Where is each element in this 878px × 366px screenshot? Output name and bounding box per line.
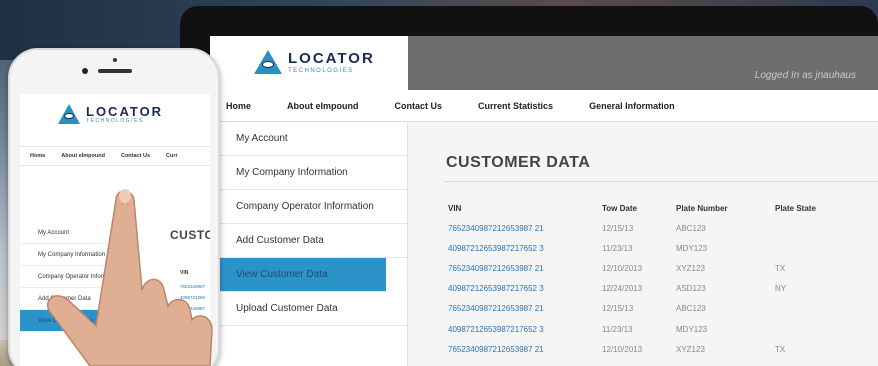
sidebar-item-my-account[interactable]: My Account xyxy=(210,122,407,156)
table-row: 7652340987212653987 21 12/15/13 ABC123 xyxy=(448,299,835,319)
table-row: 7652340987212653987 21 12/10/2013 XYZ123… xyxy=(448,258,835,278)
nav-home[interactable]: Home xyxy=(226,101,251,111)
vin-link[interactable]: 40987212653987217652 3 xyxy=(448,238,602,258)
laptop-frame: LOCATOR TECHNOLOGIES Logged In as jnauha… xyxy=(180,6,878,366)
nav-general-info[interactable]: General Information xyxy=(589,101,675,111)
phone-nav: Home About eImpound Contact Us Curr xyxy=(20,146,210,166)
tow-date-cell: 12/15/13 xyxy=(602,223,634,233)
table-row: 7652340987212653987 21 12/15/13 ABC123 xyxy=(448,218,835,238)
plate-state-cell: TX xyxy=(775,263,786,273)
customer-data-table: VIN Tow Date Plate Number Plate State 76… xyxy=(448,198,835,359)
logo-name: LOCATOR xyxy=(86,103,164,119)
logo-subtitle: TECHNOLOGIES xyxy=(288,67,354,74)
locator-logo[interactable]: LOCATOR TECHNOLOGIES xyxy=(254,50,375,74)
nav-statistics[interactable]: Curr xyxy=(166,153,178,159)
plate-number-cell: ABC123 xyxy=(676,223,706,233)
vin-link[interactable]: 7652340987212653987 21 xyxy=(448,258,602,278)
column-header-plate-state[interactable]: Plate State xyxy=(775,198,835,218)
laptop-screen: LOCATOR TECHNOLOGIES Logged In as jnauha… xyxy=(210,36,878,366)
logo-subtitle: TECHNOLOGIES xyxy=(86,117,144,124)
plate-state-cell xyxy=(775,218,835,238)
nav-home[interactable]: Home xyxy=(30,153,45,159)
plate-number-cell: XYZ123 xyxy=(676,344,705,354)
plate-state-cell: NY xyxy=(775,284,787,294)
locator-logo[interactable]: LOCATOR TECHNOLOGIES xyxy=(58,104,163,124)
table-row: 40987212653987217652 3 12/24/2013 ASD123… xyxy=(448,279,835,299)
vin-link[interactable]: 7652340987212653987 21 xyxy=(448,218,602,238)
phone-top-bezel xyxy=(10,50,218,94)
table-row: 40987212653987217652 3 11/23/13 MDY123 xyxy=(448,238,835,258)
nav-statistics[interactable]: Current Statistics xyxy=(478,101,553,111)
table-row: 40987212653987217652 3 11/23/13 MDY123 xyxy=(448,319,835,339)
title-divider xyxy=(444,181,878,182)
tow-date-cell: 12/15/13 xyxy=(602,304,634,314)
logo-box: LOCATOR TECHNOLOGIES xyxy=(210,36,408,90)
front-camera-icon xyxy=(82,68,88,74)
vin-link[interactable]: 7652340987212653987 21 xyxy=(448,299,602,319)
nav-contact[interactable]: Contact Us xyxy=(395,101,443,111)
nav-contact[interactable]: Contact Us xyxy=(121,153,150,159)
site-header: LOCATOR TECHNOLOGIES Logged In as jnauha… xyxy=(210,36,878,90)
plate-number-cell: XYZ123 xyxy=(676,263,705,273)
plate-state-cell xyxy=(775,299,835,319)
nav-about[interactable]: About eImpound xyxy=(61,153,105,159)
plate-number-cell: MDY123 xyxy=(676,324,708,334)
column-header-plate-number[interactable]: Plate Number xyxy=(676,198,775,218)
column-header-vin[interactable]: VIN xyxy=(448,198,602,218)
plate-state-cell: TX xyxy=(775,344,786,354)
speaker-grille-icon xyxy=(98,69,132,73)
main-nav: Home About eImpound Contact Us Current S… xyxy=(210,90,878,122)
vin-link[interactable]: 40987212653987217652 3 xyxy=(448,319,602,339)
vin-link[interactable]: 7652340987212653987 21 xyxy=(448,339,602,359)
plate-number-cell: ABC123 xyxy=(676,304,706,314)
logo-name: LOCATOR xyxy=(288,49,375,67)
table-row: 7652340987212653987 21 12/10/2013 XYZ123… xyxy=(448,339,835,359)
page-title: CUSTOMER DATA xyxy=(446,154,591,171)
tow-date-cell: 12/10/2013 xyxy=(602,344,643,354)
plate-state-cell xyxy=(775,319,835,339)
nav-about[interactable]: About eImpound xyxy=(287,101,359,111)
plate-number-cell: ASD123 xyxy=(676,284,706,294)
eye-triangle-icon xyxy=(254,50,282,74)
logged-in-status: Logged In as jnauhaus xyxy=(754,70,856,81)
vin-link[interactable]: 40987212653987217652 3 xyxy=(448,279,602,299)
eye-triangle-icon xyxy=(58,104,80,124)
pointing-hand xyxy=(47,189,213,366)
main-content: CUSTOMER DATA VIN Tow Date Plate Number … xyxy=(426,122,878,366)
table-header-row: VIN Tow Date Plate Number Plate State xyxy=(448,198,835,218)
plate-state-cell xyxy=(775,238,835,258)
tow-date-cell: 11/23/13 xyxy=(602,324,633,334)
front-sensor-icon xyxy=(113,58,117,62)
tow-date-cell: 12/24/2013 xyxy=(602,284,643,294)
tow-date-cell: 11/23/13 xyxy=(602,243,633,253)
plate-number-cell: MDY123 xyxy=(676,243,708,253)
column-header-tow-date[interactable]: Tow Date xyxy=(602,198,676,218)
tow-date-cell: 12/10/2013 xyxy=(602,263,643,273)
